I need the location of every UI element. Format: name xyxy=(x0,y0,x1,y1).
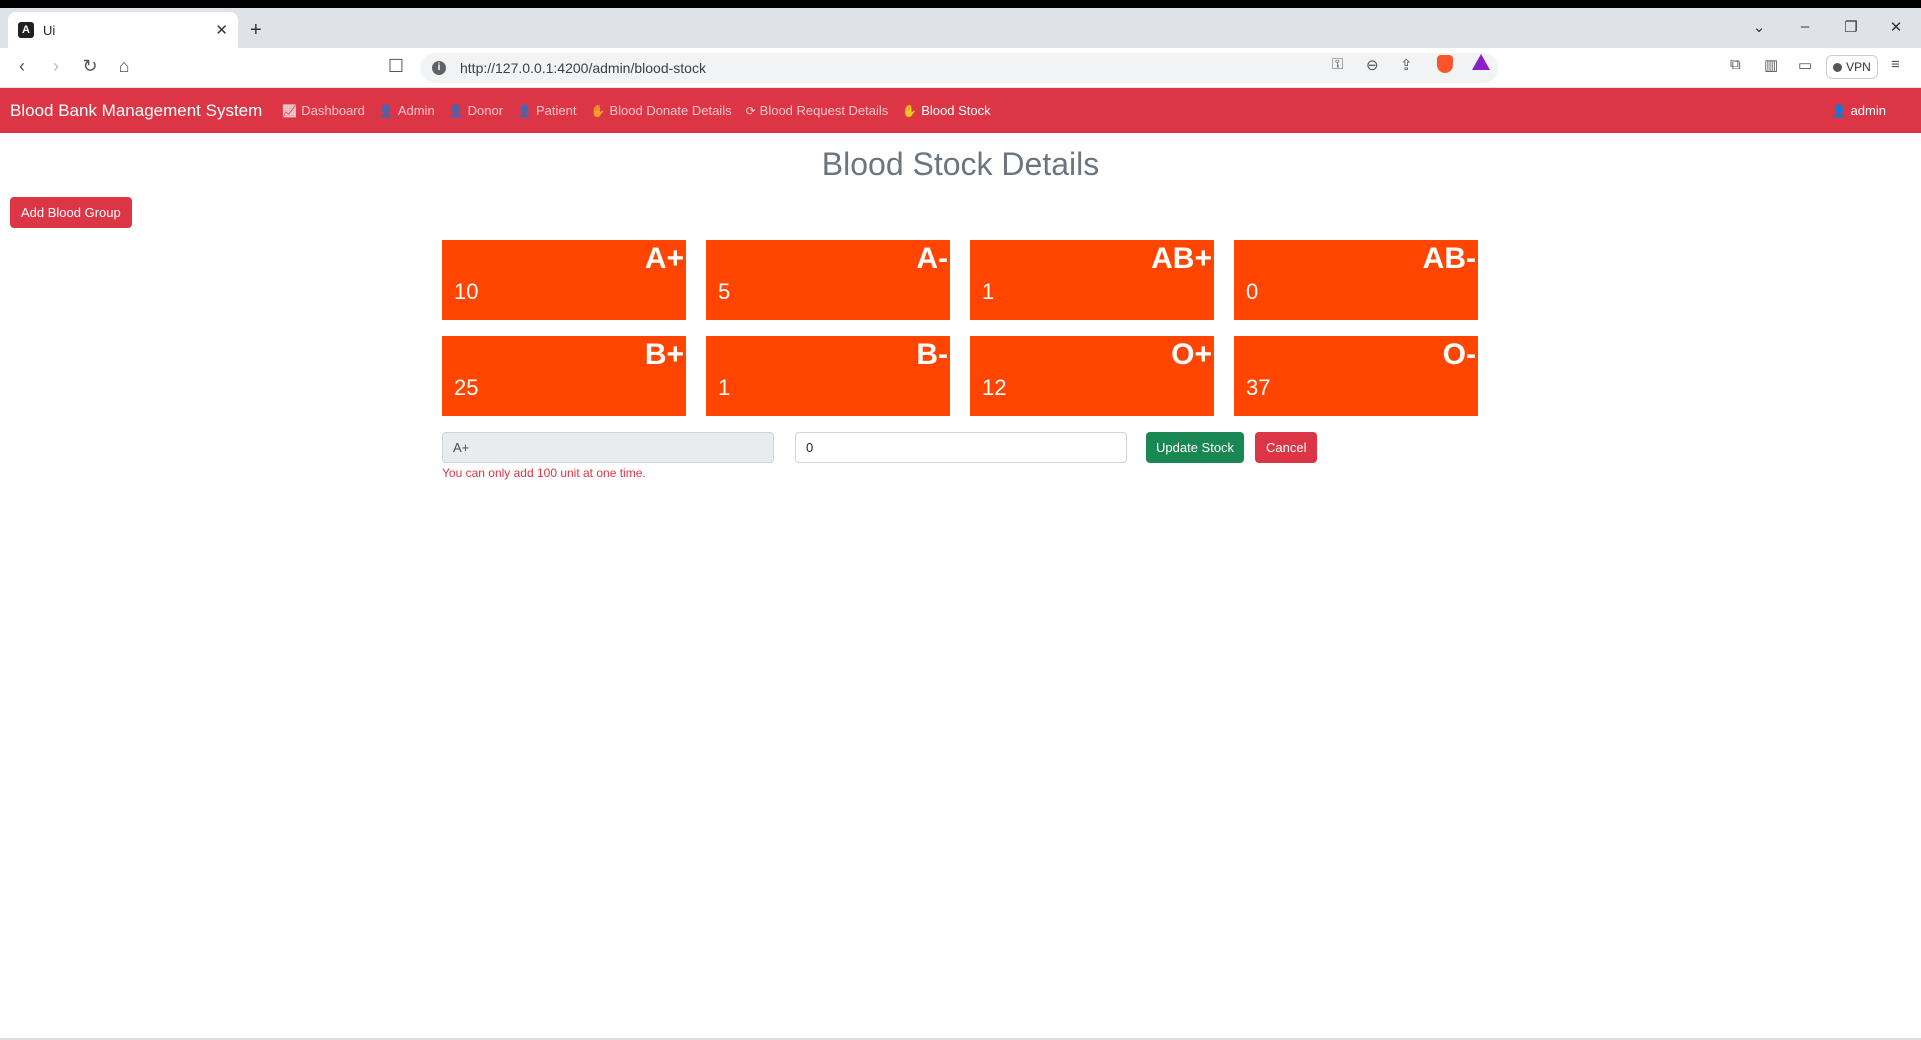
zoom-icon[interactable]: ⊖ xyxy=(1366,56,1379,74)
blood-group-field[interactable]: A+ xyxy=(442,432,774,463)
nav-link-dashboard[interactable]: 📈 Dashboard xyxy=(282,103,365,118)
stock-card-o-pos[interactable]: O+ 12 xyxy=(970,336,1214,416)
user-icon: 👤 xyxy=(448,103,464,118)
stock-card-ab-neg[interactable]: AB- 0 xyxy=(1234,240,1478,320)
hand-holding-icon: ✋ xyxy=(590,103,606,118)
update-stock-button[interactable]: Update Stock xyxy=(1146,432,1245,463)
add-blood-group-button[interactable]: Add Blood Group xyxy=(10,197,132,228)
extensions-icon[interactable]: ⧉ xyxy=(1730,56,1741,73)
key-icon[interactable]: ⚿ xyxy=(1332,56,1343,73)
new-tab-icon[interactable]: + xyxy=(250,19,262,42)
menu-icon[interactable]: ≡ xyxy=(1891,56,1900,73)
stock-card-ab-pos[interactable]: AB+ 1 xyxy=(970,240,1214,320)
page-title: Blood Stock Details xyxy=(821,146,1100,182)
wallet-icon[interactable]: ▭ xyxy=(1798,56,1812,74)
unit-count: 1 xyxy=(718,375,731,400)
vpn-status-icon xyxy=(1833,62,1843,72)
cancel-button[interactable]: Cancel xyxy=(1255,432,1318,463)
blood-group-label: B+ xyxy=(644,338,684,371)
home-icon[interactable]: ⌂ xyxy=(112,56,136,77)
minimize-icon[interactable]: – xyxy=(1790,18,1820,35)
stock-card-b-pos[interactable]: B+ 25 xyxy=(442,336,686,416)
user-icon: 👤 xyxy=(517,103,533,118)
chart-line-icon: 📈 xyxy=(282,103,298,118)
unit-count: 25 xyxy=(454,375,479,400)
angular-favicon-icon: A xyxy=(18,22,34,38)
stock-card-o-neg[interactable]: O- 37 xyxy=(1234,336,1478,416)
nav-link-label: Donor xyxy=(467,103,504,118)
window-close-icon[interactable]: ✕ xyxy=(1881,18,1911,36)
share-icon[interactable]: ⇪ xyxy=(1400,56,1413,74)
restore-icon[interactable]: ❐ xyxy=(1836,18,1866,36)
tab-title: Ui xyxy=(43,22,56,38)
tab-close-icon[interactable]: ✕ xyxy=(215,21,228,39)
unit-count: 10 xyxy=(454,279,479,304)
brave-shields-icon[interactable] xyxy=(1437,55,1453,73)
back-icon[interactable]: ‹ xyxy=(10,56,34,77)
blood-stock-grid: A+ 10 A- 5 AB+ 1 AB- 0 B+ 25 B- 1 O+ 12 O- 37 xyxy=(442,240,1478,416)
validation-error: You can only add 100 unit at one time. xyxy=(442,466,646,480)
app-navbar: Blood Bank Management System 📈 Dashboard … xyxy=(0,88,1921,133)
site-info-icon[interactable]: i xyxy=(432,61,446,75)
user-icon: 👤 xyxy=(1831,103,1847,118)
blood-group-label: AB+ xyxy=(1151,242,1212,275)
blood-group-label: O- xyxy=(1442,338,1476,371)
tab-list-icon[interactable]: ⌄ xyxy=(1744,18,1774,36)
nav-link-blood-donate-details[interactable]: ✋ Blood Donate Details xyxy=(591,103,732,118)
nav-link-donor[interactable]: 👤 Donor xyxy=(449,103,503,118)
blood-group-label: AB- xyxy=(1422,242,1476,275)
nav-link-label: Blood Request Details xyxy=(759,103,889,118)
nav-link-admin[interactable]: 👤 Admin xyxy=(379,103,435,118)
user-icon: 👤 xyxy=(378,103,394,118)
blood-group-label: B- xyxy=(916,338,948,371)
user-name: admin xyxy=(1850,103,1886,118)
browser-tab[interactable]: A Ui ✕ xyxy=(8,12,238,48)
stock-card-a-neg[interactable]: A- 5 xyxy=(706,240,950,320)
nav-link-label: Patient xyxy=(536,103,577,118)
hand-holding-icon: ✋ xyxy=(902,103,918,118)
browser-toolbar: ‹ › ↻ ⌂ ☐ i http://127.0.0.1:4200/admin/… xyxy=(0,48,1921,88)
nav-link-blood-stock[interactable]: ✋ Blood Stock xyxy=(902,103,990,118)
sidebar-icon[interactable]: ▥ xyxy=(1764,56,1778,74)
nav-link-label: Blood Stock xyxy=(921,103,991,118)
nav-user-admin[interactable]: 👤 admin xyxy=(1832,103,1886,118)
unit-count: 5 xyxy=(718,279,731,304)
brave-rewards-icon[interactable] xyxy=(1472,54,1490,70)
nav-link-patient[interactable]: 👤 Patient xyxy=(517,103,576,118)
blood-group-label: A- xyxy=(916,242,948,275)
url-text: http://127.0.0.1:4200/admin/blood-stock xyxy=(460,60,706,76)
nav-link-label: Admin xyxy=(397,103,435,118)
blood-group-label: A+ xyxy=(644,242,684,275)
nav-link-label: Blood Donate Details xyxy=(609,103,732,118)
unit-count: 37 xyxy=(1246,375,1271,400)
unit-count: 0 xyxy=(1246,279,1259,304)
unit-count: 12 xyxy=(982,375,1007,400)
stock-card-a-pos[interactable]: A+ 10 xyxy=(442,240,686,320)
browser-tab-bar: A Ui ✕ + ⌄ – ❐ ✕ xyxy=(0,8,1921,48)
stock-card-b-neg[interactable]: B- 1 xyxy=(706,336,950,416)
refresh-icon: ⟳ xyxy=(745,103,756,118)
unit-count: 1 xyxy=(982,279,995,304)
reload-icon[interactable]: ↻ xyxy=(78,56,102,77)
window-top-border xyxy=(0,0,1921,8)
unit-input[interactable]: 0 xyxy=(795,432,1127,463)
vpn-label: VPN xyxy=(1846,60,1871,74)
forward-icon[interactable]: › xyxy=(44,56,68,77)
nav-link-label: Dashboard xyxy=(301,103,365,118)
nav-link-blood-request-details[interactable]: ⟳ Blood Request Details xyxy=(746,103,889,118)
blood-group-label: O+ xyxy=(1171,338,1212,371)
vpn-button[interactable]: VPN xyxy=(1826,55,1878,79)
navbar-brand[interactable]: Blood Bank Management System xyxy=(10,101,262,121)
bookmark-icon[interactable]: ☐ xyxy=(384,56,408,77)
